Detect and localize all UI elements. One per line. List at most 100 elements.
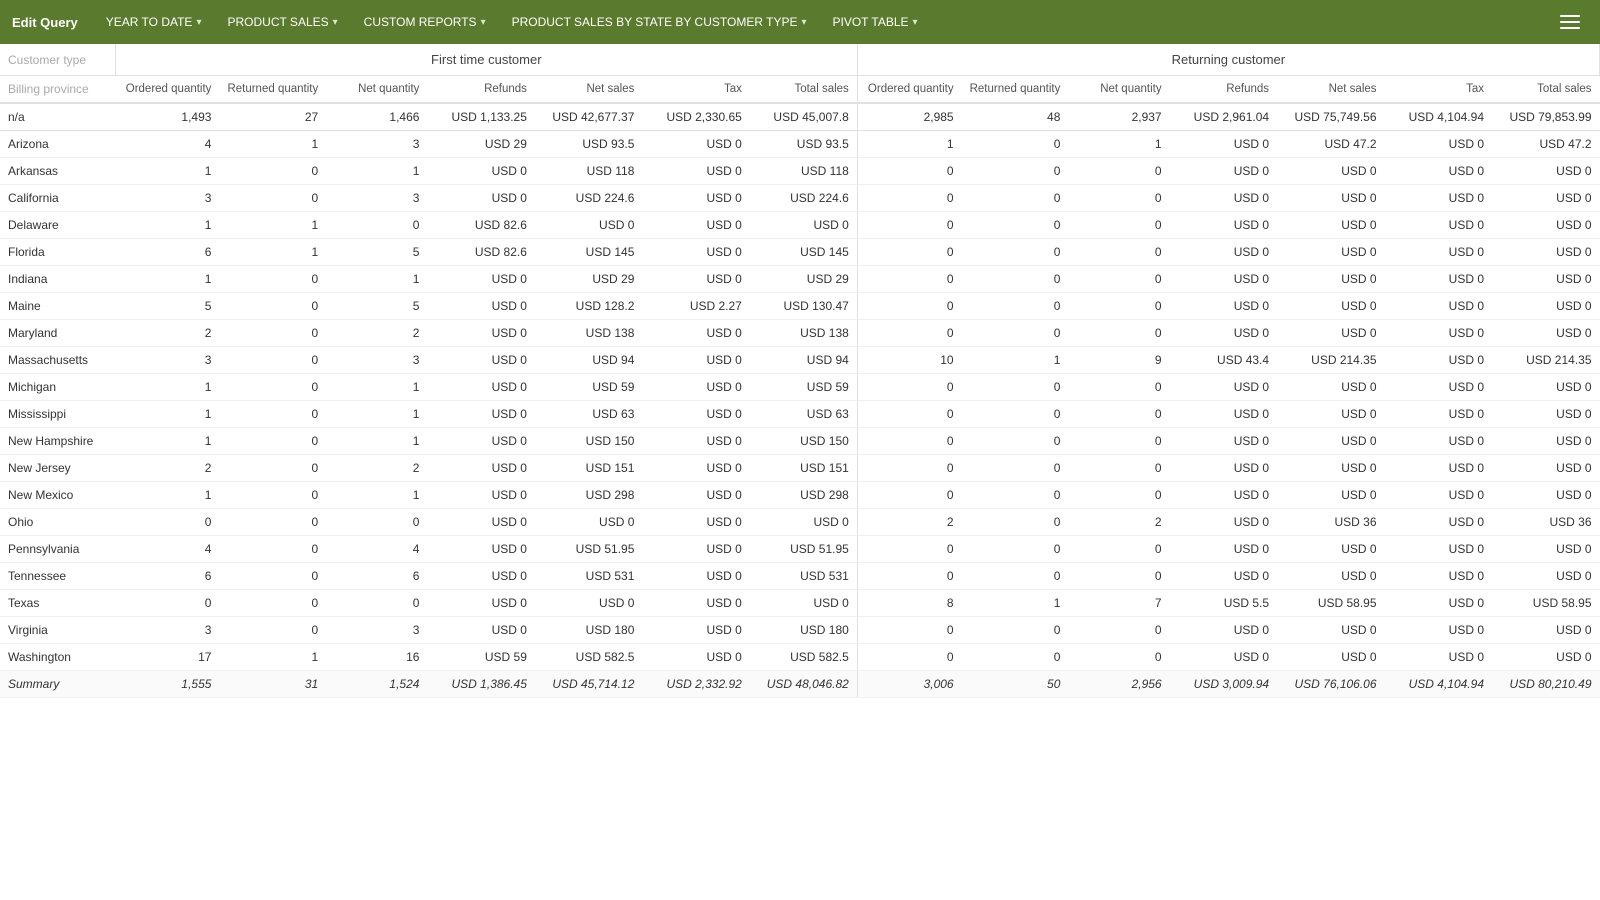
nav-item-pivot-table[interactable]: PIVOT TABLE ▾: [820, 9, 929, 35]
ft-ordered-qty-cell: 1: [115, 428, 219, 455]
ft-returned-qty-cell: 0: [219, 482, 326, 509]
rc-ordered-qty-cell: 0: [857, 185, 961, 212]
billing-province-cell: Pennsylvania: [0, 536, 115, 563]
rc-total-sales-cell: USD 0: [1492, 644, 1600, 671]
rc-net-qty-cell: 0: [1068, 293, 1169, 320]
billing-province-cell: Virginia: [0, 617, 115, 644]
col-rc-returned-qty: Returned quantity: [962, 76, 1069, 104]
rc-ordered-qty-cell: 0: [857, 428, 961, 455]
rc-ordered-qty-cell: 0: [857, 455, 961, 482]
rc-returned-qty-cell: 0: [962, 563, 1069, 590]
rc-net-qty-cell: 9: [1068, 347, 1169, 374]
ft-ordered-qty-cell: 1: [115, 482, 219, 509]
nav-item-product-sales[interactable]: PRODUCT SALES ▾: [215, 9, 349, 35]
ft-total-sales-cell: USD 45,007.8: [750, 103, 857, 131]
table-row: Pennsylvania404USD 0USD 51.95USD 0USD 51…: [0, 536, 1600, 563]
rc-tax-cell: USD 0: [1385, 293, 1492, 320]
billing-province-cell: Tennessee: [0, 563, 115, 590]
ft-tax-cell: USD 0: [642, 536, 749, 563]
rc-net-sales-cell: USD 0: [1277, 536, 1384, 563]
rc-refunds-cell: USD 0: [1170, 293, 1277, 320]
ft-net-sales-cell: USD 151: [535, 455, 642, 482]
table-row: Tennessee606USD 0USD 531USD 0USD 531000U…: [0, 563, 1600, 590]
billing-province-cell: Massachusetts: [0, 347, 115, 374]
summary-ft-ns: USD 45,714.12: [535, 671, 642, 698]
ft-ordered-qty-cell: 1: [115, 374, 219, 401]
ft-returned-qty-cell: 0: [219, 320, 326, 347]
ft-tax-cell: USD 0: [642, 617, 749, 644]
col-ft-tax: Tax: [642, 76, 749, 104]
ft-tax-cell: USD 0: [642, 401, 749, 428]
rc-net-qty-cell: 1: [1068, 131, 1169, 158]
ft-tax-cell: USD 0: [642, 455, 749, 482]
rc-returned-qty-cell: 0: [962, 482, 1069, 509]
ft-net-sales-cell: USD 145: [535, 239, 642, 266]
summary-ft-ts: USD 48,046.82: [750, 671, 857, 698]
ft-net-qty-cell: 4: [326, 536, 427, 563]
ft-net-qty-cell: 3: [326, 617, 427, 644]
rc-refunds-cell: USD 0: [1170, 320, 1277, 347]
nav-item-product-sales-by-state[interactable]: PRODUCT SALES BY STATE BY CUSTOMER TYPE …: [500, 9, 819, 35]
rc-net-qty-cell: 0: [1068, 401, 1169, 428]
nav-item-custom-reports[interactable]: CUSTOM REPORTS ▾: [352, 9, 498, 35]
summary-billing-cell: Summary: [0, 671, 115, 698]
billing-province-cell: Florida: [0, 239, 115, 266]
ft-total-sales-cell: USD 531: [750, 563, 857, 590]
ft-total-sales-cell: USD 224.6: [750, 185, 857, 212]
rc-total-sales-cell: USD 58.95: [1492, 590, 1600, 617]
billing-province-cell: Indiana: [0, 266, 115, 293]
table-row: Arkansas101USD 0USD 118USD 0USD 118000US…: [0, 158, 1600, 185]
rc-returned-qty-cell: 0: [962, 185, 1069, 212]
ft-returned-qty-cell: 1: [219, 212, 326, 239]
ft-total-sales-cell: USD 118: [750, 158, 857, 185]
nav-brand[interactable]: Edit Query: [12, 15, 78, 30]
ft-net-sales-cell: USD 29: [535, 266, 642, 293]
billing-province-cell: Maine: [0, 293, 115, 320]
ft-net-sales-cell: USD 0: [535, 212, 642, 239]
col-rc-tax: Tax: [1385, 76, 1492, 104]
rc-ordered-qty-cell: 0: [857, 158, 961, 185]
rc-net-qty-cell: 0: [1068, 644, 1169, 671]
rc-net-sales-cell: USD 0: [1277, 455, 1384, 482]
ft-net-qty-cell: 1,466: [326, 103, 427, 131]
ft-ordered-qty-cell: 4: [115, 131, 219, 158]
table-row: Ohio000USD 0USD 0USD 0USD 0202USD 0USD 3…: [0, 509, 1600, 536]
ft-refunds-cell: USD 0: [427, 482, 534, 509]
table-body: n/a1,493271,466USD 1,133.25USD 42,677.37…: [0, 103, 1600, 698]
rc-tax-cell: USD 0: [1385, 536, 1492, 563]
ft-net-sales-cell: USD 180: [535, 617, 642, 644]
table-row: n/a1,493271,466USD 1,133.25USD 42,677.37…: [0, 103, 1600, 131]
ft-refunds-cell: USD 0: [427, 590, 534, 617]
ft-tax-cell: USD 0: [642, 158, 749, 185]
ft-ordered-qty-cell: 1: [115, 158, 219, 185]
rc-total-sales-cell: USD 79,853.99: [1492, 103, 1600, 131]
rc-tax-cell: USD 0: [1385, 563, 1492, 590]
ft-refunds-cell: USD 0: [427, 563, 534, 590]
rc-tax-cell: USD 0: [1385, 320, 1492, 347]
ft-net-sales-cell: USD 63: [535, 401, 642, 428]
hamburger-menu-icon[interactable]: [1552, 7, 1588, 37]
ft-net-sales-cell: USD 531: [535, 563, 642, 590]
summary-rc-oq: 3,006: [857, 671, 961, 698]
ft-refunds-cell: USD 0: [427, 455, 534, 482]
ft-returned-qty-cell: 0: [219, 617, 326, 644]
rc-net-sales-cell: USD 0: [1277, 563, 1384, 590]
rc-net-sales-cell: USD 58.95: [1277, 590, 1384, 617]
ft-net-qty-cell: 0: [326, 509, 427, 536]
ft-returned-qty-cell: 1: [219, 239, 326, 266]
summary-ft-ref: USD 1,386.45: [427, 671, 534, 698]
rc-refunds-cell: USD 0: [1170, 401, 1277, 428]
rc-tax-cell: USD 0: [1385, 428, 1492, 455]
ft-net-sales-cell: USD 42,677.37: [535, 103, 642, 131]
ft-net-qty-cell: 1: [326, 158, 427, 185]
ft-total-sales-cell: USD 51.95: [750, 536, 857, 563]
nav-label-pivot-table: PIVOT TABLE: [832, 15, 908, 29]
nav-item-year-to-date[interactable]: YEAR TO DATE ▾: [94, 9, 214, 35]
rc-net-sales-cell: USD 0: [1277, 158, 1384, 185]
rc-tax-cell: USD 0: [1385, 509, 1492, 536]
rc-returned-qty-cell: 0: [962, 617, 1069, 644]
rc-refunds-cell: USD 0: [1170, 374, 1277, 401]
ft-total-sales-cell: USD 0: [750, 212, 857, 239]
ft-net-qty-cell: 0: [326, 212, 427, 239]
ft-net-qty-cell: 1: [326, 374, 427, 401]
